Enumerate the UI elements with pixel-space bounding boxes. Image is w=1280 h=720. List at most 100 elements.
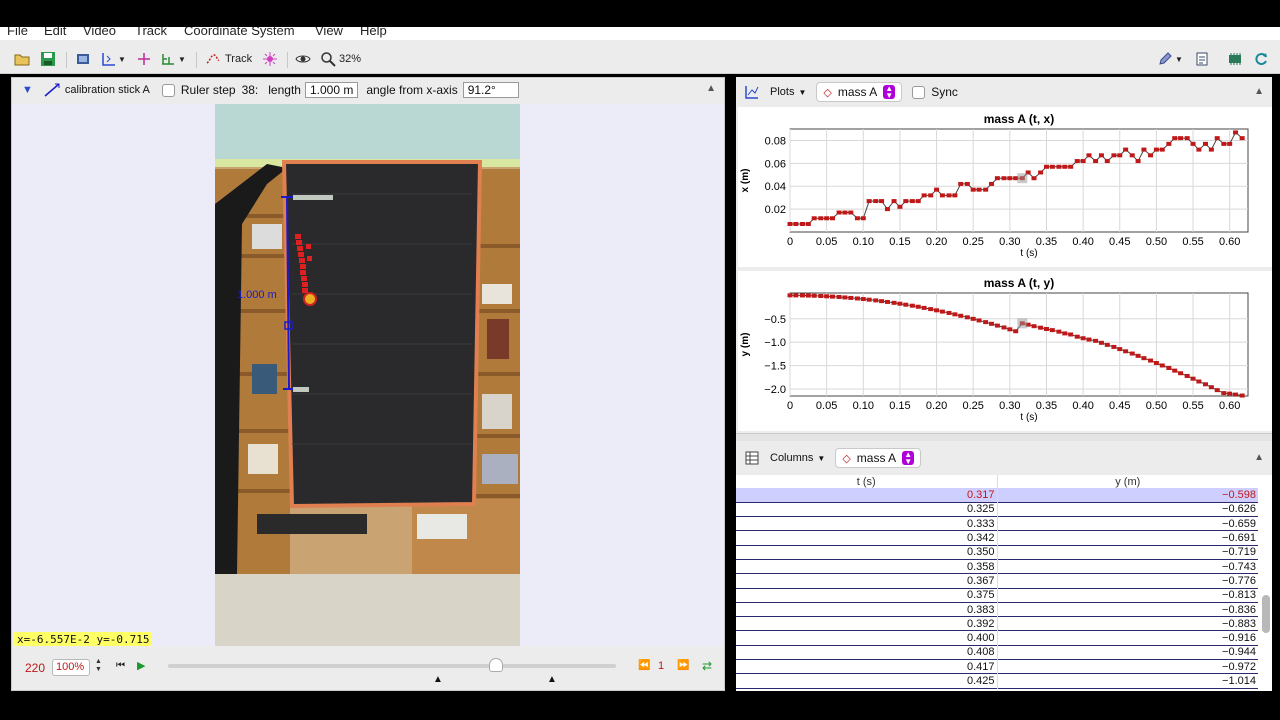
play-button[interactable]: ▶ (137, 659, 145, 672)
cell-y[interactable]: −0.813 (997, 588, 1258, 602)
clip-settings-button[interactable] (75, 49, 91, 69)
menu-view[interactable]: View (315, 27, 343, 38)
plots-menu-label[interactable]: Plots (770, 86, 794, 98)
table-row[interactable]: 0.417 −0.972 (736, 659, 1258, 674)
table-row[interactable]: 0.408 −0.944 (736, 645, 1258, 660)
cell-y[interactable]: −0.836 (997, 602, 1258, 616)
step-forward-button[interactable]: ⏩ (677, 660, 689, 671)
open-button[interactable] (14, 49, 30, 69)
reset-button[interactable]: ⏮ (116, 660, 125, 671)
cell-y[interactable]: −1.014 (997, 674, 1258, 688)
cell-y[interactable]: −0.743 (997, 559, 1258, 573)
cell-y[interactable]: −0.972 (997, 660, 1258, 674)
table-row[interactable]: 0.425 −1.014 (736, 673, 1258, 689)
edit-notes-button[interactable]: ▼ (1157, 49, 1183, 69)
cell-t[interactable]: 0.333 (736, 516, 998, 531)
tape-measure-button[interactable]: ▼ (160, 49, 186, 69)
timeline-slider-thumb[interactable] (489, 658, 503, 672)
cell-t[interactable]: 0.408 (736, 645, 998, 660)
cell-t[interactable]: 0.367 (736, 573, 998, 589)
split-divider[interactable] (736, 433, 1272, 441)
table-row[interactable]: 0.342 −0.691 (736, 530, 1258, 546)
cell-y[interactable]: −0.916 (997, 631, 1258, 645)
table-scrollbar-thumb[interactable] (1262, 595, 1270, 633)
cell-y[interactable]: −0.691 (997, 531, 1258, 545)
ruler-checkbox[interactable] (161, 83, 175, 97)
cell-t[interactable]: 0.350 (736, 545, 998, 560)
menu-coordinate-system[interactable]: Coordinate System (184, 27, 295, 38)
table-row[interactable]: 0.350 −0.719 (736, 545, 1258, 560)
cell-y[interactable]: −0.776 (997, 574, 1258, 588)
cell-t[interactable]: 0.400 (736, 630, 998, 646)
table-track-selector[interactable]: ◇ mass A ▲ ▼ (835, 448, 922, 468)
table-row[interactable]: 0.375 −0.813 (736, 588, 1258, 603)
calibration-button[interactable] (136, 49, 152, 69)
data-table[interactable]: t (s) y (m) 0.317 −0.598 0.325 −0.626 0.333−… (736, 475, 1258, 689)
table-row[interactable]: 0.317 −0.598 (736, 488, 1258, 503)
table-row[interactable]: 0.333 −0.659 (736, 516, 1258, 531)
table-row[interactable]: 0.383 −0.836 (736, 602, 1258, 617)
menu-video[interactable]: Video (83, 27, 116, 38)
cell-t[interactable]: 0.342 (736, 530, 998, 546)
visibility-button[interactable] (295, 49, 311, 69)
chevron-down-icon[interactable]: ▼ (817, 454, 825, 463)
table-row[interactable]: 0.392 −0.883 (736, 616, 1258, 631)
table-row[interactable]: 0.325 −0.626 (736, 502, 1258, 517)
track-menu-triangle-icon[interactable]: ▼ (22, 84, 33, 96)
table-row[interactable]: 0.400 −0.916 (736, 630, 1258, 646)
cell-t[interactable]: 0.325 (736, 502, 998, 517)
plot-track-selector[interactable]: ◇ mass A ▲ ▼ (816, 82, 903, 102)
column-header-t[interactable]: t (s) (736, 475, 998, 488)
menu-edit[interactable]: Edit (44, 27, 66, 38)
cell-t[interactable]: 0.317 (736, 488, 998, 503)
loop-icon[interactable]: ⇄ (702, 659, 712, 673)
memory-button[interactable] (1227, 49, 1243, 69)
coordinate-axes-button[interactable]: ▼ (100, 49, 126, 69)
step-size[interactable]: 1 (658, 660, 664, 672)
collapse-caret-icon[interactable]: ▲ (1254, 86, 1264, 97)
table-row[interactable]: 0.358 −0.743 (736, 559, 1258, 574)
cell-y[interactable]: −0.944 (997, 645, 1258, 659)
menu-help[interactable]: Help (360, 27, 387, 38)
menu-track[interactable]: Track (135, 27, 167, 38)
zoom-button[interactable]: 32% (320, 49, 361, 69)
column-header-y[interactable]: y (m) (997, 475, 1258, 488)
x-tick-label: 0.50 (1146, 236, 1167, 248)
save-button[interactable] (40, 49, 56, 69)
start-marker-icon[interactable]: ▲ (433, 674, 443, 685)
step-back-button[interactable]: ⏪ (638, 660, 650, 671)
rate-spinner-icon[interactable]: ▲ ▼ (95, 658, 102, 674)
sync-checkbox[interactable] (912, 85, 926, 99)
timeline-track[interactable] (168, 664, 616, 668)
video-viewport[interactable]: 1.000 m x=-6.557E-2 y=-0.715 (12, 104, 724, 646)
cell-y[interactable]: −0.626 (997, 502, 1258, 516)
collapse-caret-icon[interactable]: ▲ (706, 83, 716, 94)
mass-marker[interactable] (303, 292, 317, 306)
cell-y[interactable]: −0.659 (997, 517, 1258, 531)
plot-x-vs-t[interactable]: mass A (t, x) 0 0.05 0.10 0.15 0.20 0.25 0.30 0.… (738, 107, 1272, 267)
cell-t[interactable]: 0.375 (736, 588, 998, 603)
cell-y[interactable]: −0.719 (997, 545, 1258, 559)
table-row[interactable]: 0.367 −0.776 (736, 573, 1258, 589)
angle-field[interactable]: 91.2° (462, 82, 519, 98)
cell-t[interactable]: 0.383 (736, 602, 998, 617)
plot-y-vs-t[interactable]: mass A (t, y) 0 0.05 0.10 0.15 0.20 0.25 0.30 0.… (738, 271, 1272, 431)
track-name[interactable]: calibration stick A (65, 84, 150, 96)
columns-menu-label[interactable]: Columns (770, 452, 813, 464)
chevron-down-icon[interactable]: ▼ (798, 88, 806, 97)
cell-t[interactable]: 0.358 (736, 559, 998, 574)
collapse-caret-icon[interactable]: ▲ (1254, 452, 1264, 463)
length-field[interactable]: 1.000 m (304, 82, 359, 98)
cell-t[interactable]: 0.417 (736, 659, 998, 674)
cell-y[interactable]: −0.883 (997, 617, 1258, 631)
menu-file[interactable]: File (7, 27, 28, 38)
cell-t[interactable]: 0.392 (736, 616, 998, 631)
cell-t[interactable]: 0.425 (736, 673, 998, 689)
create-track-button[interactable]: Track (205, 49, 252, 69)
cell-y[interactable]: −0.598 (997, 488, 1258, 502)
end-marker-icon[interactable]: ▲ (547, 674, 557, 685)
notes-button[interactable] (1194, 49, 1210, 69)
rate-field[interactable]: 100% (52, 659, 90, 676)
autotracker-button[interactable] (262, 49, 278, 69)
refresh-button[interactable] (1253, 49, 1269, 69)
